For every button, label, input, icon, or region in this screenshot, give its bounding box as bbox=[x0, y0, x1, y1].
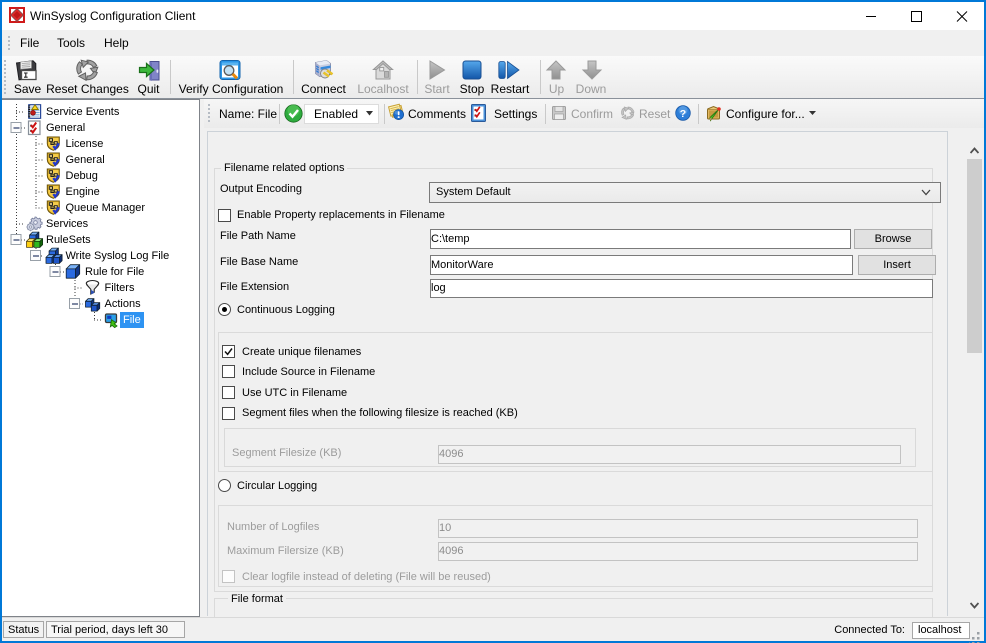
svg-text:?: ? bbox=[680, 108, 686, 120]
